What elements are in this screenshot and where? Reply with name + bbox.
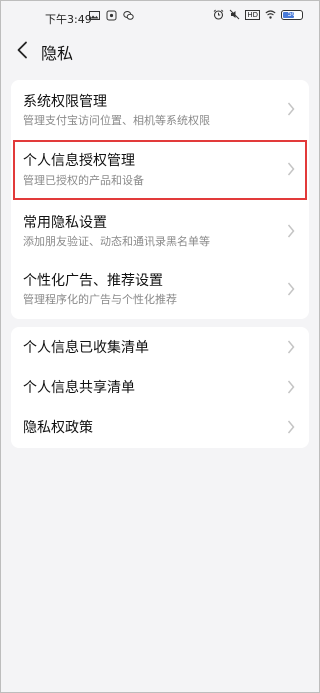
battery-icon: 50 [281, 9, 303, 20]
page-title: 隐私 [41, 44, 74, 63]
image-icon [89, 11, 100, 20]
battery-percent: 50 [287, 9, 297, 18]
shared-info-list-item[interactable]: 个人信息共享清单 [11, 367, 309, 407]
chevron-right-icon [287, 282, 295, 296]
item-title: 系统权限管理 [23, 94, 107, 110]
privacy-settings-card: 系统权限管理 管理支付宝访问位置、相机等系统权限 个人信息授权管理 管理已授权的… [11, 80, 309, 319]
collected-info-list-item[interactable]: 个人信息已收集清单 [11, 327, 309, 367]
status-bar: 下午3:49 HD 50 [1, 1, 319, 31]
item-subtitle: 管理程序化的广告与个性化推荐 [23, 293, 177, 306]
item-title: 常用隐私设置 [23, 215, 107, 231]
status-time: 下午3:49 [45, 13, 92, 26]
app-icon [106, 10, 117, 21]
hd-icon: HD [245, 9, 260, 20]
status-left-icons [89, 10, 134, 21]
privacy-policy-item[interactable]: 隐私权政策 [11, 407, 309, 448]
chevron-right-icon [287, 420, 295, 434]
alarm-icon [214, 9, 224, 20]
chevron-right-icon [287, 102, 295, 116]
personalized-ads-item[interactable]: 个性化广告、推荐设置 管理程序化的广告与个性化推荐 [11, 260, 309, 319]
chevron-right-icon [287, 224, 295, 238]
system-permission-item[interactable]: 系统权限管理 管理支付宝访问位置、相机等系统权限 [11, 80, 309, 138]
item-title: 个性化广告、推荐设置 [23, 273, 163, 289]
nav-header: 隐私 [1, 31, 319, 71]
item-subtitle: 管理已授权的产品和设备 [23, 174, 144, 187]
item-title: 个人信息共享清单 [23, 380, 135, 396]
chevron-right-icon [287, 340, 295, 354]
status-right-icons: HD 50 [213, 9, 303, 20]
item-title: 隐私权政策 [23, 420, 93, 436]
privacy-docs-card: 个人信息已收集清单 个人信息共享清单 隐私权政策 [11, 327, 309, 448]
silent-icon [229, 9, 240, 20]
app-frame: 下午3:49 HD 50 隐私 系统权限管理 管理支付宝访问位置、相机等系统权限… [0, 0, 320, 693]
common-privacy-settings-item[interactable]: 常用隐私设置 添加朋友验证、动态和通讯录黑名单等 [11, 202, 309, 260]
personal-info-authorization-item[interactable]: 个人信息授权管理 管理已授权的产品和设备 [11, 140, 309, 200]
item-subtitle: 添加朋友验证、动态和通讯录黑名单等 [23, 235, 210, 248]
wechat-icon [123, 11, 134, 20]
item-title: 个人信息授权管理 [23, 153, 135, 169]
item-title: 个人信息已收集清单 [23, 340, 149, 356]
item-subtitle: 管理支付宝访问位置、相机等系统权限 [23, 114, 210, 127]
wifi-icon [265, 10, 276, 19]
chevron-left-icon [17, 41, 27, 59]
back-button[interactable] [11, 39, 33, 61]
chevron-right-icon [287, 380, 295, 394]
chevron-right-icon [287, 162, 295, 176]
